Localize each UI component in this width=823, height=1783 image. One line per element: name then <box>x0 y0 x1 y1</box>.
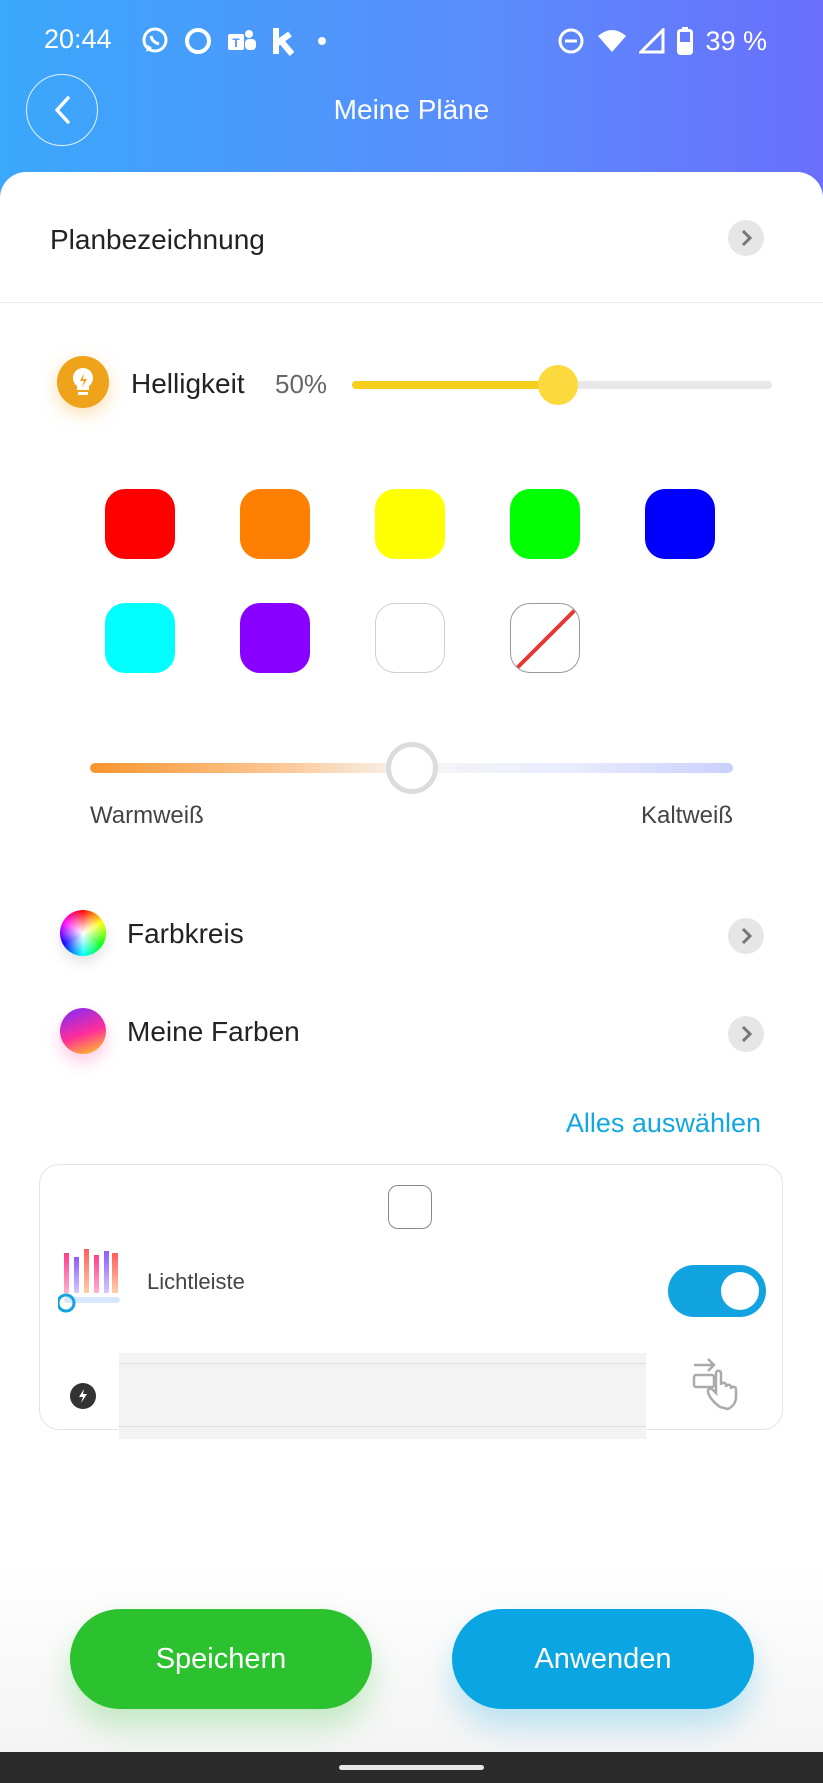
brightness-slider[interactable] <box>352 365 772 405</box>
swatch-orange[interactable] <box>240 489 310 559</box>
system-nav-bar <box>0 1752 823 1783</box>
status-time: 20:44 <box>44 24 112 54</box>
brightness-value: 50% <box>275 369 328 399</box>
device-name: Lichtleiste <box>147 1269 245 1294</box>
chevron-right-icon <box>728 220 764 256</box>
brightness-label: Helligkeit <box>131 368 245 399</box>
plan-name-row[interactable]: Planbezeichnung <box>0 172 823 303</box>
swatch-cyan[interactable] <box>105 603 175 673</box>
battery-icon <box>677 27 694 55</box>
bolt-icon <box>70 1383 96 1409</box>
brightness-slider-fill <box>352 381 558 389</box>
status-app-icons: T <box>140 24 332 58</box>
cold-white-label: Kaltweiß <box>640 802 733 829</box>
do-not-disturb-icon <box>558 28 584 54</box>
device-card: Lichtleiste <box>39 1164 783 1439</box>
apply-button[interactable]: Anwenden <box>452 1609 754 1709</box>
my-colors-icon <box>60 1008 106 1054</box>
color-temperature-thumb[interactable] <box>386 742 438 794</box>
color-wheel-row[interactable]: Farbkreis <box>0 904 823 974</box>
whatsapp-icon <box>142 27 168 53</box>
swatch-white[interactable] <box>375 603 445 673</box>
svg-text:T: T <box>232 36 240 50</box>
toggle-knob <box>721 1272 759 1310</box>
color-swatches <box>105 489 745 689</box>
device-checkbox[interactable] <box>388 1185 432 1229</box>
brightness-slider-thumb[interactable] <box>538 365 578 405</box>
schedule-field-inner <box>119 1363 646 1427</box>
color-wheel-icon <box>60 910 106 956</box>
light-strip-icon <box>58 1249 120 1313</box>
signal-icon <box>639 28 665 54</box>
circle-app-icon <box>185 28 211 54</box>
save-button[interactable]: Speichern <box>70 1609 372 1709</box>
color-temperature-slider[interactable] <box>90 742 733 794</box>
schedule-field[interactable] <box>119 1353 646 1439</box>
tap-gesture-icon[interactable] <box>690 1355 750 1415</box>
swatch-purple[interactable] <box>240 603 310 673</box>
plan-name-label: Planbezeichnung <box>50 224 265 255</box>
swatch-blue[interactable] <box>645 489 715 559</box>
color-wheel-label: Farbkreis <box>127 918 244 949</box>
status-right: 39 % <box>557 24 767 58</box>
home-handle[interactable] <box>339 1765 484 1770</box>
k-app-icon <box>273 28 295 56</box>
content-sheet: Planbezeichnung Helligkeit 50% Warmweiß … <box>0 172 823 1752</box>
header: 20:44 T 39 % Meine Pläne <box>0 0 823 200</box>
swatch-yellow[interactable] <box>375 489 445 559</box>
wifi-icon <box>598 30 627 52</box>
bulb-icon <box>57 356 109 408</box>
teams-icon: T <box>228 30 256 50</box>
swatch-green[interactable] <box>510 489 580 559</box>
chevron-right-icon <box>728 918 764 954</box>
swatch-none[interactable] <box>510 603 580 673</box>
select-all-link[interactable]: Alles auswählen <box>566 1108 761 1139</box>
status-bar: 20:44 T 39 % <box>0 0 823 80</box>
warm-white-label: Warmweiß <box>90 802 204 829</box>
battery-percent: 39 % <box>705 25 767 56</box>
my-colors-label: Meine Farben <box>127 1016 300 1047</box>
device-power-toggle[interactable] <box>668 1265 766 1317</box>
page-title: Meine Pläne <box>333 94 490 125</box>
dot-icon <box>318 37 326 45</box>
swatch-red[interactable] <box>105 489 175 559</box>
no-color-slash-icon <box>515 608 577 670</box>
chevron-right-icon <box>728 1016 764 1052</box>
my-colors-row[interactable]: Meine Farben <box>0 1002 823 1072</box>
